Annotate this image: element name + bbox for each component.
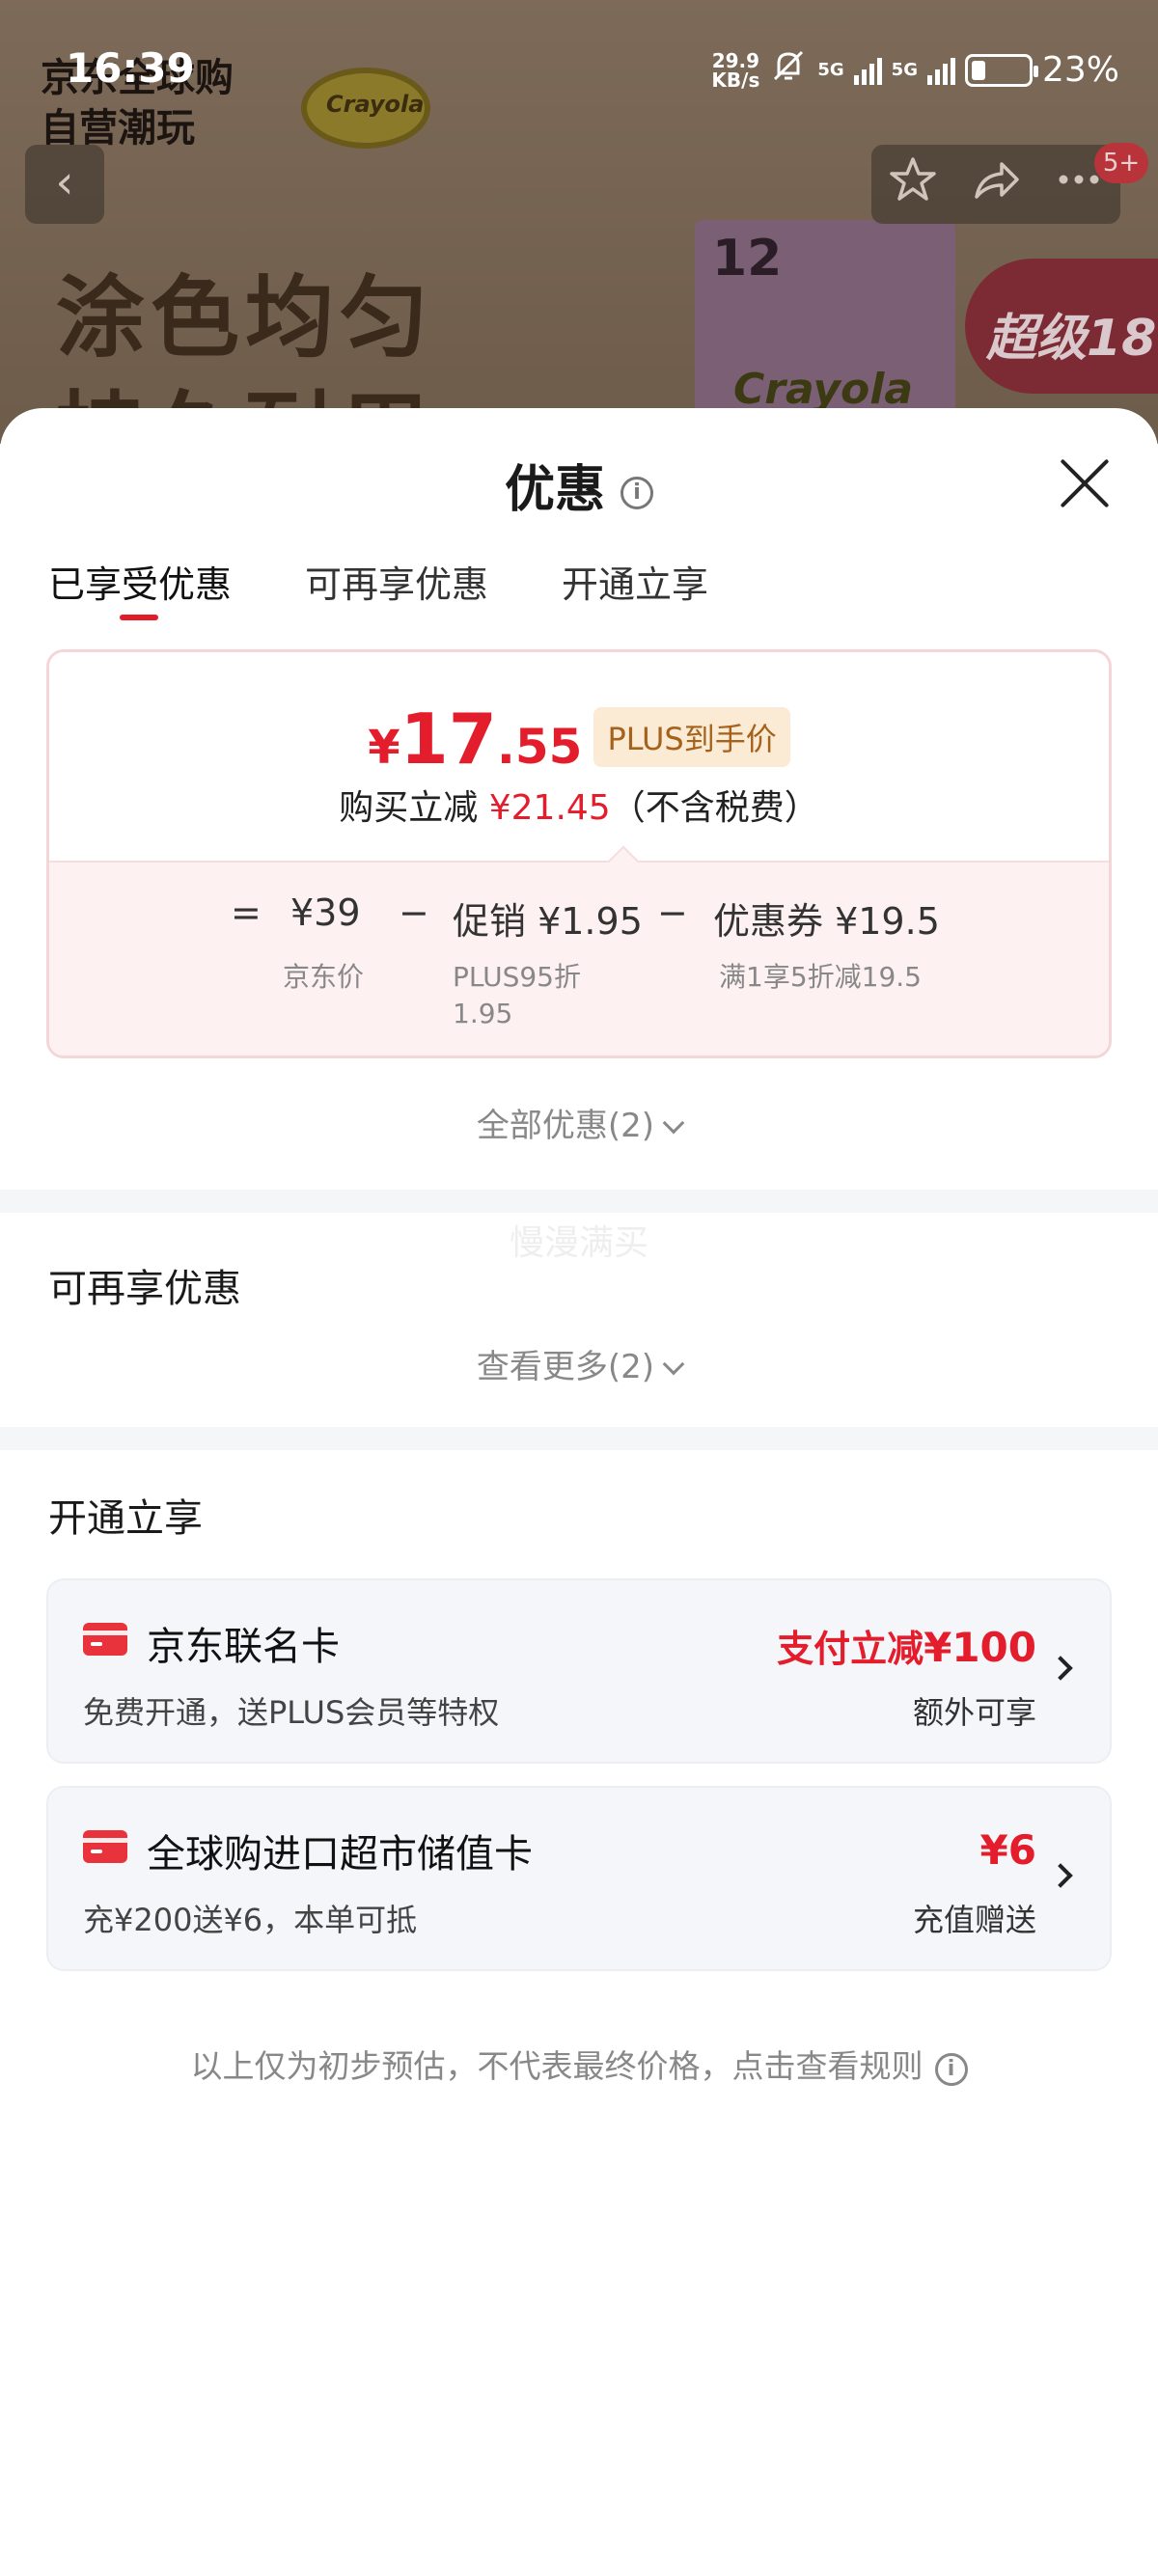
all-discounts-toggle[interactable]: 全部优惠(2) bbox=[0, 1099, 1158, 1146]
chevron-right-icon bbox=[1048, 1863, 1073, 1888]
reduce-line: 购买立减 ¥21.45（不含税费） bbox=[49, 780, 1109, 830]
network-speed: 29.9 KB/s bbox=[711, 51, 759, 90]
rules-footnote[interactable]: 以上仅为初步预估，不代表最终价格，点击查看规则 i bbox=[0, 2041, 1158, 2087]
promo-badge-text: 超级18 bbox=[986, 310, 1157, 368]
card-offer-benefit: ¥6 bbox=[980, 1826, 1036, 1874]
see-more-label: 查看更多(2) bbox=[476, 1348, 655, 1386]
close-button[interactable] bbox=[1058, 456, 1112, 510]
card-offer-title: 全球购进口超市储值卡 bbox=[147, 1832, 533, 1877]
signal-bars-1-icon bbox=[853, 56, 882, 85]
status-time: 16:39 bbox=[66, 44, 195, 92]
discount-sheet: 优惠 i 已享受优惠 可再享优惠 开通立享 ¥17.55 PLUS到手价 购买立减 … bbox=[0, 408, 1158, 2576]
formula-equals: = bbox=[231, 891, 262, 934]
info-icon[interactable]: i bbox=[620, 477, 653, 509]
back-button[interactable]: ‹ bbox=[25, 145, 104, 224]
chevron-down-icon bbox=[662, 1353, 685, 1376]
signal-bars-2-icon bbox=[926, 56, 955, 85]
see-more-toggle[interactable]: 查看更多(2) bbox=[0, 1340, 1158, 1387]
share-icon[interactable] bbox=[971, 154, 1021, 215]
card-offer-benefit-amount: ¥100 bbox=[924, 1624, 1036, 1671]
co-branded-card-offer[interactable]: 京东联名卡 免费开通，送PLUS会员等特权 支付立减¥100 额外可享 bbox=[46, 1578, 1112, 1764]
sheet-title: 优惠 bbox=[504, 461, 605, 519]
stored-value-card-offer[interactable]: 全球购进口超市储值卡 充¥200送¥6，本单可抵 ¥6 充值赠送 bbox=[46, 1786, 1112, 1971]
price-integer: 17 bbox=[400, 699, 497, 780]
box-brand: Crayola bbox=[733, 365, 914, 414]
tab-more-available[interactable]: 可再享优惠 bbox=[305, 555, 488, 608]
card-icon bbox=[83, 1623, 127, 1656]
chevron-down-icon bbox=[662, 1111, 685, 1135]
status-icons: 29.9 KB/s 5G 5G 23% bbox=[711, 46, 1119, 94]
section-divider bbox=[0, 1190, 1158, 1213]
box-number: 12 bbox=[712, 230, 783, 288]
sheet-header: 优惠 i bbox=[0, 449, 1158, 521]
card-offer-benefit-amount: ¥6 bbox=[979, 1826, 1036, 1874]
card-icon bbox=[83, 1830, 127, 1863]
favorite-star-icon[interactable] bbox=[888, 154, 938, 215]
formula-coupon-value: 优惠券 ¥19.5 bbox=[713, 900, 940, 943]
network-speed-value: 29.9 bbox=[711, 48, 760, 72]
formula-promo-value: 促销 ¥1.95 bbox=[453, 900, 643, 943]
tab-activate[interactable]: 开通立享 bbox=[562, 555, 708, 608]
notification-badge: 5+ bbox=[1094, 143, 1148, 183]
price-decimal: .55 bbox=[496, 719, 583, 775]
promo-badge: 超级18 bbox=[965, 259, 1158, 394]
all-discounts-label: 全部优惠(2) bbox=[476, 1107, 655, 1145]
reduce-amount: ¥21.45 bbox=[488, 788, 611, 828]
status-bar: 16:39 29.9 KB/s 5G 5G 23% bbox=[0, 0, 1158, 135]
top-action-group bbox=[871, 145, 1120, 224]
price-breakdown: = ¥39 京东价 − 促销 ¥1.95 PLUS95折 1.95 − 优惠券 … bbox=[49, 861, 1109, 1055]
signal-label-2: 5G bbox=[891, 60, 918, 80]
formula-minus-1: − bbox=[399, 891, 429, 934]
chevron-right-icon bbox=[1048, 1656, 1073, 1681]
slogan-line1: 涂色均匀 bbox=[56, 266, 435, 370]
card-offer-subtitle: 充¥200送¥6，本单可抵 bbox=[83, 1902, 418, 1938]
formula-base-value: ¥39 bbox=[290, 891, 361, 934]
battery-icon bbox=[964, 53, 1038, 87]
card-offer-benefit-note: 额外可享 bbox=[912, 1694, 1036, 1731]
battery-percent: 23% bbox=[1041, 50, 1119, 90]
reduce-suffix: （不含税费） bbox=[610, 788, 819, 828]
card-offer-benefit-note: 充值赠送 bbox=[912, 1902, 1036, 1938]
formula-minus-2: − bbox=[657, 891, 688, 934]
info-icon: i bbox=[934, 2053, 968, 2086]
section-divider bbox=[0, 1427, 1158, 1450]
formula-promo-label: PLUS95折 1.95 bbox=[453, 959, 581, 1032]
more-discounts-title: 可再享优惠 bbox=[48, 1267, 241, 1311]
activate-section-title: 开通立享 bbox=[48, 1496, 203, 1541]
card-offer-benefit-prefix: 支付立减 bbox=[777, 1628, 924, 1670]
network-speed-unit: KB/s bbox=[711, 68, 760, 92]
rules-footnote-text: 以上仅为初步预估，不代表最终价格，点击查看规则 bbox=[190, 2047, 924, 2085]
final-price-summary: ¥17.55 PLUS到手价 购买立减 ¥21.45（不含税费） bbox=[49, 652, 1109, 861]
discount-tabs: 已享受优惠 可再享优惠 开通立享 bbox=[48, 555, 708, 620]
final-price-card: ¥17.55 PLUS到手价 购买立减 ¥21.45（不含税费） = ¥39 京东… bbox=[46, 649, 1112, 1058]
formula-promo-label-line2: 1.95 bbox=[453, 998, 513, 1029]
card-offer-benefit: 支付立减¥100 bbox=[777, 1619, 1036, 1672]
final-price: ¥17.55 PLUS到手价 bbox=[49, 699, 1109, 780]
formula-coupon-label: 满1享5折减19.5 bbox=[719, 961, 922, 993]
tab-enjoyed[interactable]: 已享受优惠 bbox=[48, 555, 232, 620]
formula-promo-label-line1: PLUS95折 bbox=[453, 961, 581, 993]
formula-base-label: 京东价 bbox=[283, 961, 365, 993]
price-currency: ¥ bbox=[368, 721, 400, 775]
mute-bell-icon bbox=[769, 46, 808, 94]
chevron-left-icon: ‹ bbox=[55, 155, 74, 209]
card-offer-title: 京东联名卡 bbox=[147, 1625, 340, 1669]
signal-label-1: 5G bbox=[817, 60, 844, 80]
card-offer-subtitle: 免费开通，送PLUS会员等特权 bbox=[83, 1694, 500, 1731]
plus-price-tag: PLUS到手价 bbox=[593, 707, 790, 767]
reduce-prefix: 购买立减 bbox=[339, 788, 479, 828]
